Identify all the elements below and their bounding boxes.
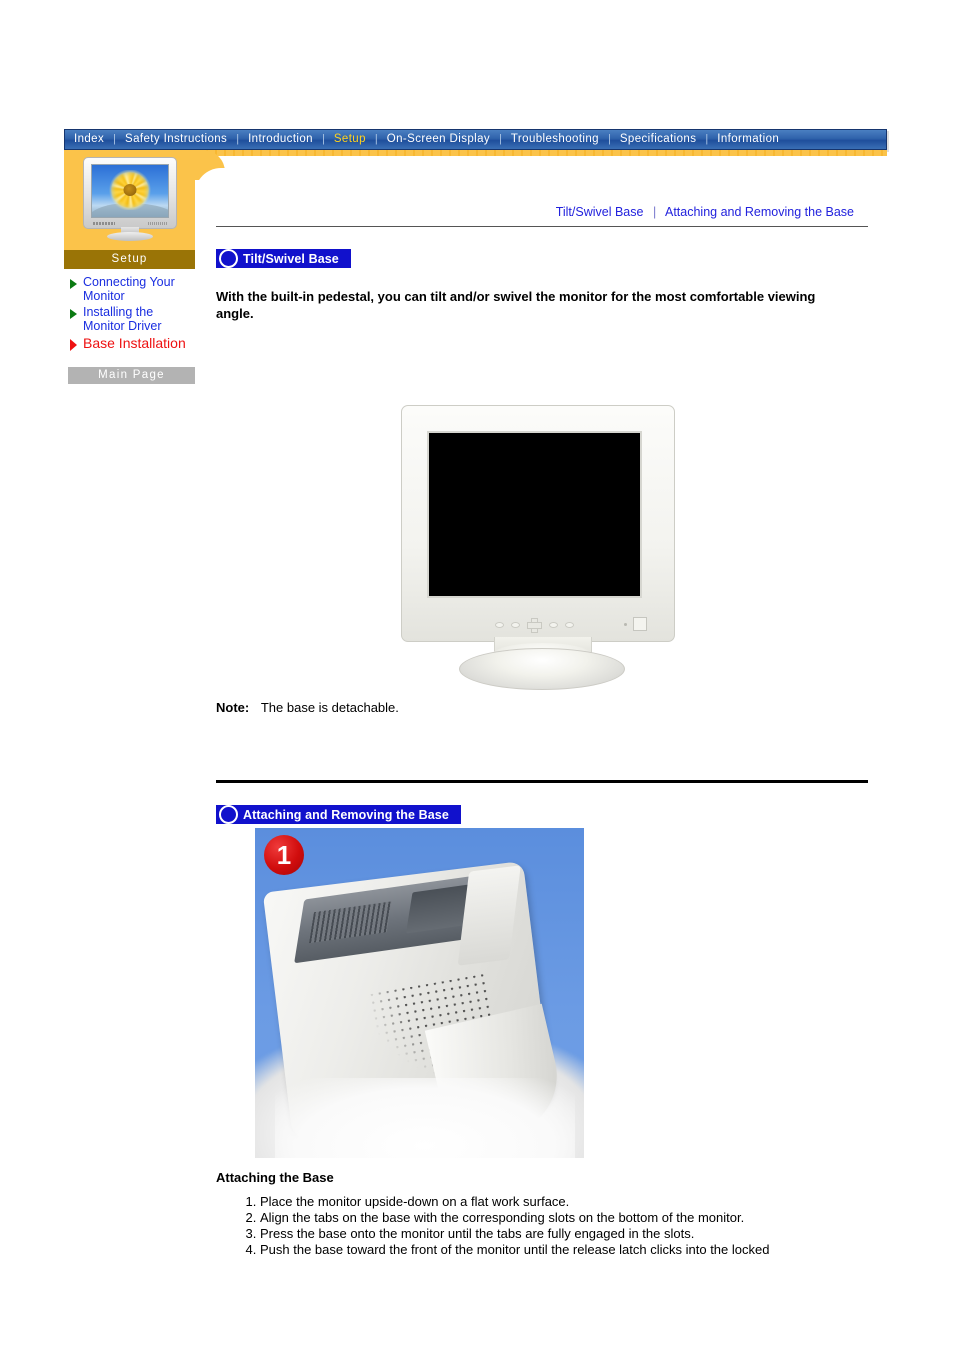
sunflower-icon bbox=[107, 169, 153, 210]
list-item: Push the base toward the front of the mo… bbox=[260, 1242, 769, 1258]
monitor-brand-mark-left bbox=[93, 222, 115, 225]
content-divider-section-two bbox=[216, 780, 868, 783]
breadcrumb-link-tilt-swivel-base[interactable]: Tilt/Swivel Base bbox=[556, 205, 644, 219]
attaching-steps-list: Place the monitor upside-down on a flat … bbox=[238, 1194, 769, 1258]
list-item: Place the monitor upside-down on a flat … bbox=[260, 1194, 769, 1210]
monitor-dpad-icon bbox=[527, 617, 542, 633]
sidebar: Setup Connecting Your Monitor Installing… bbox=[64, 150, 235, 384]
list-item: Align the tabs on the base with the corr… bbox=[260, 1210, 769, 1226]
list-item: Press the base onto the monitor until th… bbox=[260, 1226, 769, 1242]
nav-item-on-screen-display[interactable]: On-Screen Display bbox=[378, 130, 499, 149]
breadcrumb-separator: | bbox=[652, 205, 657, 219]
monitor-pedestal-base bbox=[459, 648, 625, 690]
nav-item-specifications[interactable]: Specifications bbox=[611, 130, 706, 149]
note-row: Note: The base is detachable. bbox=[216, 700, 399, 715]
main-content-section-two: Attaching and Removing the Base 1 Attach… bbox=[216, 780, 868, 1257]
arrow-right-icon-active bbox=[70, 339, 77, 351]
note-text: The base is detachable. bbox=[260, 700, 399, 715]
nav-item-information[interactable]: Information bbox=[708, 130, 788, 149]
nav-item-safety-instructions[interactable]: Safety Instructions bbox=[116, 130, 236, 149]
monitor-button bbox=[565, 622, 574, 628]
section-banner-tilt-swivel-base: Tilt/Swivel Base bbox=[216, 249, 351, 268]
monitor-brand-mark-right bbox=[148, 222, 168, 225]
step-number-badge: 1 bbox=[264, 835, 304, 875]
photo-monitor-rail bbox=[457, 865, 521, 966]
monitor-thumbnail-screen bbox=[91, 164, 169, 218]
bullet-circle-icon bbox=[219, 805, 238, 824]
monitor-screen bbox=[427, 431, 642, 598]
monitor-control-buttons bbox=[495, 617, 615, 633]
arrow-right-icon bbox=[70, 309, 77, 319]
breadcrumb: Tilt/Swivel Base | Attaching and Removin… bbox=[216, 205, 868, 226]
content-divider-top bbox=[216, 226, 868, 227]
sidebar-item-installing-the-monitor-driver[interactable]: Installing the Monitor Driver bbox=[64, 305, 195, 335]
sidebar-section-title: Setup bbox=[64, 250, 195, 269]
section-intro-text: With the built-in pedestal, you can tilt… bbox=[216, 289, 816, 321]
main-content: Tilt/Swivel Base | Attaching and Removin… bbox=[216, 205, 868, 715]
bullet-circle-icon bbox=[219, 249, 238, 268]
sidebar-item-label: Installing the Monitor Driver bbox=[83, 305, 162, 333]
nav-item-index[interactable]: Index bbox=[65, 130, 113, 149]
monitor-illustration bbox=[397, 405, 687, 690]
howto-heading: Attaching the Base bbox=[216, 1170, 334, 1185]
breadcrumb-link-attaching-removing-base[interactable]: Attaching and Removing the Base bbox=[665, 205, 854, 219]
sidebar-item-connecting-your-monitor[interactable]: Connecting Your Monitor bbox=[64, 275, 195, 305]
sidebar-link-list: Connecting Your Monitor Installing the M… bbox=[64, 269, 195, 384]
monitor-thumbnail-base bbox=[107, 232, 153, 241]
monitor-thumbnail-bezel bbox=[83, 157, 177, 229]
monitor-button bbox=[511, 622, 520, 628]
base-attachment-photo: 1 bbox=[255, 828, 584, 1158]
nav-item-troubleshooting[interactable]: Troubleshooting bbox=[502, 130, 608, 149]
main-navigation-bar: Index | Safety Instructions | Introducti… bbox=[64, 129, 887, 150]
sidebar-item-label-active: Base Installation bbox=[83, 335, 186, 351]
monitor-thumbnail-icon bbox=[83, 157, 177, 241]
nav-item-setup[interactable]: Setup bbox=[325, 130, 375, 149]
monitor-button bbox=[495, 622, 504, 628]
main-page-button[interactable]: Main Page bbox=[68, 367, 195, 384]
nav-item-introduction[interactable]: Introduction bbox=[239, 130, 322, 149]
sidebar-hero-panel bbox=[64, 150, 235, 250]
note-label: Note: bbox=[216, 700, 250, 715]
monitor-power-led bbox=[624, 623, 627, 626]
section-banner-label: Attaching and Removing the Base bbox=[243, 807, 449, 822]
photo-fur-foreground bbox=[275, 1078, 575, 1158]
arrow-right-icon bbox=[70, 279, 77, 289]
monitor-button bbox=[549, 622, 558, 628]
sidebar-item-base-installation[interactable]: Base Installation bbox=[64, 335, 195, 353]
monitor-power-button-icon bbox=[633, 617, 647, 631]
sidebar-item-label: Connecting Your Monitor bbox=[83, 275, 175, 303]
section-banner-attaching-removing-base: Attaching and Removing the Base bbox=[216, 805, 461, 824]
section-banner-label: Tilt/Swivel Base bbox=[243, 251, 339, 266]
